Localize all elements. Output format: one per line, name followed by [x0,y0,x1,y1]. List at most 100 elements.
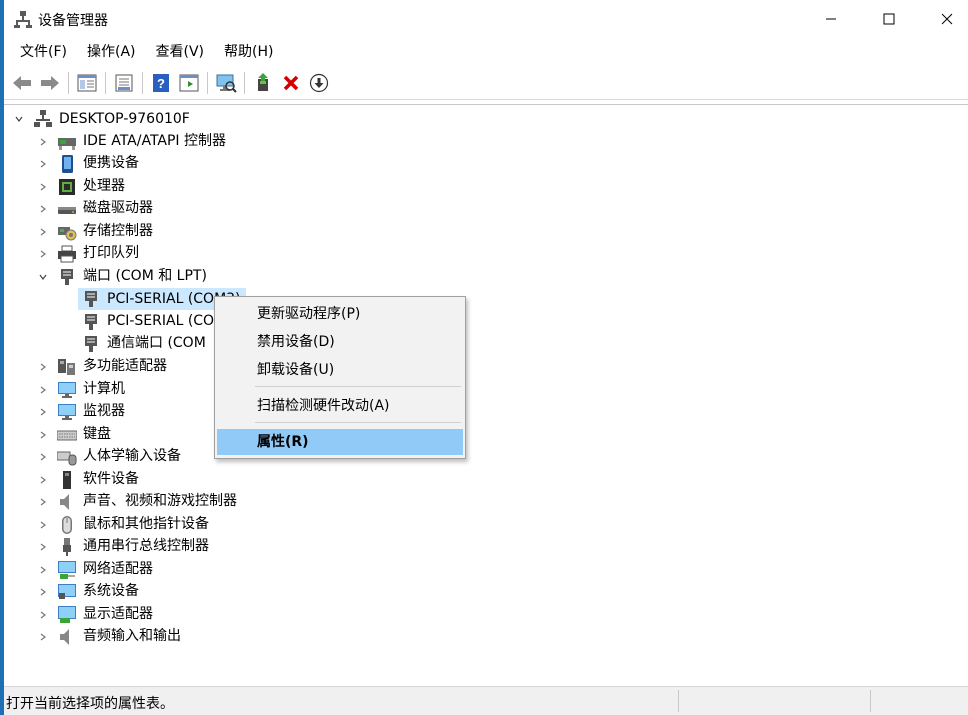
scan-hardware-icon [216,74,237,93]
back-button[interactable] [10,71,34,95]
download-button[interactable] [307,71,331,95]
port-child-label[interactable]: PCI-SERIAL (CO [107,310,214,332]
expand-chevron-icon[interactable] [37,564,49,576]
keyboard-icon [57,430,77,441]
status-divider [870,690,871,712]
expand-chevron-icon[interactable] [37,248,49,260]
disk-drive-icon [58,207,76,214]
context-menu: 更新驱动程序(P) 禁用设备(D) 卸载设备(U) 扫描检测硬件改动(A) 属性… [214,296,466,459]
usb-icon [63,538,71,556]
expand-chevron-icon[interactable] [37,181,49,193]
category-label[interactable]: 人体学输入设备 [83,445,181,467]
category-label[interactable]: 网络适配器 [83,558,153,580]
multifunction-adapter-icon [58,359,75,375]
console-tree-icon [77,74,97,91]
expand-chevron-icon[interactable] [37,496,49,508]
category-label[interactable]: 端口 (COM 和 LPT) [83,265,207,287]
category-label[interactable]: 鼠标和其他指针设备 [83,513,209,535]
status-text: 打开当前选择项的属性表。 [6,696,174,712]
expand-chevron-icon[interactable] [37,429,49,441]
maximize-icon [883,13,895,25]
menu-update-driver[interactable]: 更新驱动程序(P) [217,301,463,327]
expand-chevron-icon[interactable] [37,136,49,148]
category-label[interactable]: 显示适配器 [83,603,153,625]
device-tree: DESKTOP-976010F IDE ATA/ATAPI 控制器 便携设备 处… [4,104,968,686]
category-label[interactable]: 存储控制器 [83,220,153,242]
category-label[interactable]: 系统设备 [83,580,139,602]
expand-chevron-icon[interactable] [37,586,49,598]
menu-scan-hardware[interactable]: 扫描检测硬件改动(A) [217,393,463,419]
category-label[interactable]: 声音、视频和游戏控制器 [83,490,237,512]
menu-uninstall-device[interactable]: 卸载设备(U) [217,357,463,383]
storage-controller-icon [58,227,77,241]
forward-icon [41,75,59,90]
expand-chevron-icon[interactable] [37,406,49,418]
category-label[interactable]: 磁盘驱动器 [83,197,153,219]
category-label[interactable]: 监视器 [83,400,125,422]
toolbar-separator [244,71,245,94]
category-label[interactable]: 键盘 [83,423,111,445]
menu-properties[interactable]: 属性(R) [217,429,463,455]
back-icon [13,75,31,90]
expand-chevron-icon[interactable] [37,541,49,553]
properties-icon [115,74,133,91]
status-bar: 打开当前选择项的属性表。 [4,686,968,715]
title-bar: 设备管理器 [4,0,968,38]
port-child-label[interactable]: 通信端口 (COM [107,332,206,354]
serial-port-icon [85,291,97,307]
properties-button[interactable] [112,71,136,95]
menu-help[interactable]: 帮助(H) [214,39,283,65]
maximize-button[interactable] [860,0,918,38]
computer-root-icon [34,110,52,127]
collapse-chevron-icon[interactable] [37,271,49,283]
root-computer-label[interactable]: DESKTOP-976010F [59,108,190,130]
show-hide-console-tree-button[interactable] [75,71,99,95]
category-label[interactable]: 通用串行总线控制器 [83,535,209,557]
minimize-button[interactable] [802,0,860,38]
menu-disable-device[interactable]: 禁用设备(D) [217,329,463,355]
action-pane-button[interactable] [177,71,201,95]
expand-chevron-icon[interactable] [37,384,49,396]
menu-file[interactable]: 文件(F) [10,39,77,65]
action-pane-icon [179,74,199,91]
category-label[interactable]: 打印队列 [83,242,139,264]
expand-chevron-icon[interactable] [37,609,49,621]
expand-chevron-icon[interactable] [37,451,49,463]
expand-chevron-icon[interactable] [37,226,49,238]
system-device-icon [58,584,76,599]
menu-view[interactable]: 查看(V) [146,39,215,65]
category-label[interactable]: IDE ATA/ATAPI 控制器 [83,130,226,152]
expand-chevron-icon[interactable] [37,158,49,170]
processor-icon [59,179,75,195]
close-button[interactable] [918,0,968,38]
hid-icon [57,451,77,466]
help-button[interactable]: ? [149,71,173,95]
mouse-icon [62,516,72,534]
category-label[interactable]: 软件设备 [83,468,139,490]
svg-text:?: ? [157,76,165,91]
category-label[interactable]: 多功能适配器 [83,355,167,377]
toolbar: ? [4,66,968,100]
expand-chevron-icon[interactable] [37,203,49,215]
display-adapter-icon [58,606,76,623]
scan-hardware-button[interactable] [214,71,238,95]
menu-separator [255,386,461,387]
expand-chevron-icon[interactable] [37,361,49,373]
expand-chevron-icon[interactable] [37,631,49,643]
menu-separator [255,422,461,423]
uninstall-button[interactable] [279,71,303,95]
collapse-chevron-icon[interactable] [13,113,25,125]
category-label[interactable]: 便携设备 [83,152,139,174]
download-icon [309,73,329,92]
category-label[interactable]: 音频输入和输出 [83,625,181,647]
forward-button[interactable] [38,71,62,95]
expand-chevron-icon[interactable] [37,474,49,486]
category-label[interactable]: 处理器 [83,175,125,197]
expand-chevron-icon[interactable] [37,519,49,531]
window-title: 设备管理器 [38,13,108,29]
sound-icon [60,494,69,510]
menu-action[interactable]: 操作(A) [77,39,146,65]
device-manager-icon [14,11,32,28]
update-driver-button[interactable] [251,71,275,95]
category-label[interactable]: 计算机 [83,378,125,400]
